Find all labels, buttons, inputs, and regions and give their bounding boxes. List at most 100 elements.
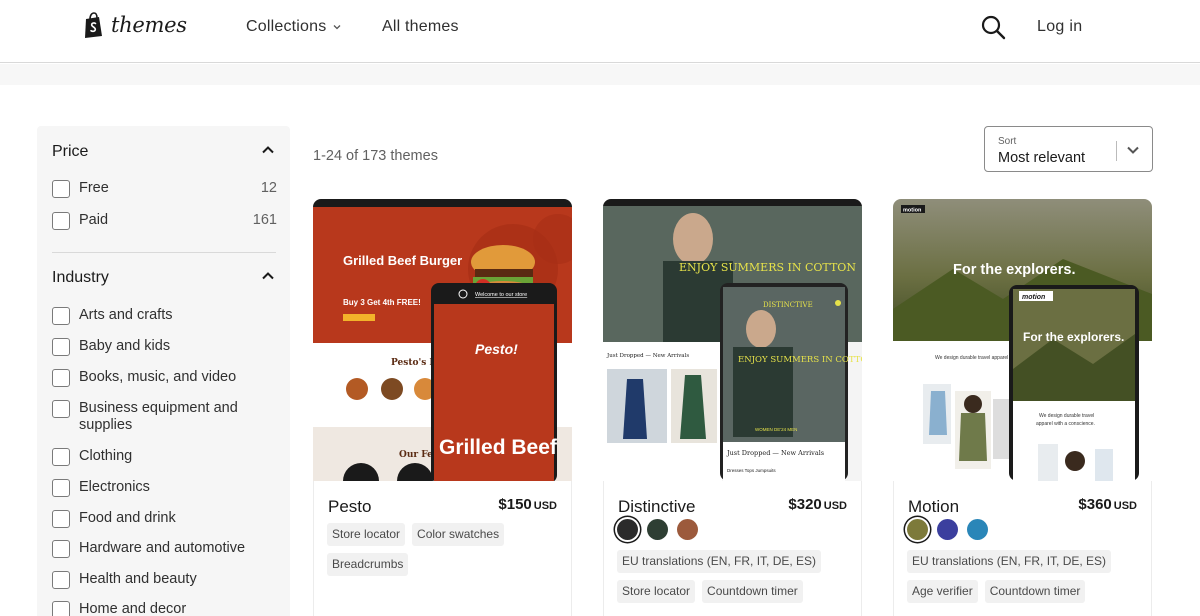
sort-value: Most relevant (998, 150, 1086, 166)
price-currency: USD (1113, 500, 1137, 512)
color-swatch[interactable] (937, 519, 958, 540)
filter-label: Electronics (79, 479, 150, 495)
theme-card-body: Distinctive $320 USD EU translations (EN,… (603, 481, 862, 616)
distinctive-mobile-tabs: Dresses Tops Jumpsuits (727, 468, 776, 473)
filter-count: 12 (260, 180, 277, 196)
color-swatch[interactable] (647, 519, 668, 540)
checkbox[interactable] (52, 212, 70, 230)
motion-mobile-sub: We design durable travel (1039, 413, 1094, 419)
checkbox[interactable] (52, 571, 70, 589)
color-swatch[interactable] (617, 519, 638, 540)
checkbox[interactable] (52, 448, 70, 466)
chevron-up-icon[interactable] (261, 145, 275, 155)
filter-label: Health and beauty (79, 571, 197, 587)
filter-label: Free (79, 180, 109, 196)
checkbox[interactable] (52, 369, 70, 387)
chevron-down-icon (1127, 146, 1139, 154)
color-swatches (907, 519, 988, 540)
filter-label: Food and drink (79, 510, 176, 526)
filter-industry-clothing[interactable]: Clothing (52, 448, 277, 466)
pesto-section-title-2: Our Fe (399, 450, 433, 460)
pesto-mobile-brand: Pesto! (475, 341, 518, 357)
filter-industry-health[interactable]: Health and beauty (52, 571, 277, 589)
login-link[interactable]: Log in (1037, 18, 1082, 36)
feature-tags: EU translations (EN, FR, IT, DE, ES) Age… (907, 550, 1142, 603)
feature-tag: Breadcrumbs (327, 553, 409, 576)
filter-industry-arts[interactable]: Arts and crafts (52, 307, 277, 325)
pesto-preview-image: Grilled Beef Burger Buy 3 Get 4th FREE! … (313, 199, 572, 481)
filter-industry-business[interactable]: Business equipment and supplies (52, 400, 277, 434)
results-count: 1-24 of 173 themes (313, 148, 438, 164)
theme-card-distinctive[interactable]: ENJOY SUMMERS IN COTTON Just Dropped — N… (603, 199, 862, 616)
checkbox[interactable] (52, 338, 70, 356)
nav-collections-label: Collections (246, 18, 327, 35)
top-header: themes Collections All themes Log in (0, 0, 1200, 63)
pesto-mobile-headline: Grilled Beef (439, 436, 558, 459)
price-amount: $360 (1078, 496, 1112, 513)
theme-name[interactable]: Motion (908, 497, 959, 517)
theme-card-motion[interactable]: motion For the explorers. We design dura… (893, 199, 1152, 616)
shopify-themes-logo[interactable]: themes (83, 12, 187, 38)
filter-label: Home and decor (79, 601, 187, 616)
nav-all-themes-label: All themes (382, 18, 459, 35)
filter-industry-home[interactable]: Home and decor (52, 601, 277, 616)
filter-industry-electronics[interactable]: Electronics (52, 479, 277, 497)
price-currency: USD (823, 500, 847, 512)
checkbox[interactable] (52, 510, 70, 528)
distinctive-section-title: Just Dropped — New Arrivals (606, 353, 689, 359)
theme-name[interactable]: Pesto (328, 497, 371, 517)
theme-card-body: Motion $360 USD EU translations (EN, FR, … (893, 481, 1152, 616)
filter-industry-food[interactable]: Food and drink (52, 510, 277, 528)
price-filter-title[interactable]: Price (52, 143, 88, 161)
checkbox[interactable] (52, 180, 70, 198)
filter-label: Baby and kids (79, 338, 171, 354)
distinctive-mobile-section: Just Dropped — New Arrivals (726, 449, 824, 457)
color-swatch[interactable] (677, 519, 698, 540)
distinctive-desktop-headline: ENJOY SUMMERS IN COTTON (679, 261, 856, 274)
sort-select[interactable]: Sort Most relevant (984, 126, 1153, 172)
motion-preview-image: motion For the explorers. We design dura… (893, 199, 1152, 481)
chevron-up-icon[interactable] (261, 271, 275, 281)
filter-industry-hardware[interactable]: Hardware and automotive (52, 540, 277, 558)
pesto-mobile-banner: Welcome to our store (475, 292, 527, 298)
checkbox[interactable] (52, 540, 70, 558)
checkbox[interactable] (52, 307, 70, 325)
theme-name[interactable]: Distinctive (618, 497, 695, 517)
search-icon[interactable] (980, 14, 1006, 40)
distinctive-mobile-brand: DISTINCTIVE (763, 301, 813, 309)
feature-tag: EU translations (EN, FR, IT, DE, ES) (617, 550, 822, 573)
nav-collections[interactable]: Collections (246, 18, 342, 36)
color-swatches (617, 519, 698, 540)
feature-tags: Store locator Color swatches Breadcrumbs (327, 523, 562, 576)
distinctive-mobile-menu: WOMEN DE'24 MEN (755, 427, 797, 432)
chevron-down-icon (334, 25, 341, 30)
industry-filter-title[interactable]: Industry (52, 269, 109, 287)
checkbox[interactable] (52, 400, 70, 418)
theme-preview-distinctive[interactable]: ENJOY SUMMERS IN COTTON Just Dropped — N… (603, 199, 862, 481)
filters-sidebar: Price Free 12 Paid 161 Industry Arts and… (37, 126, 290, 616)
pesto-desktop-offer: Buy 3 Get 4th FREE! (343, 298, 421, 307)
logo-text: themes (111, 13, 187, 37)
theme-preview-pesto[interactable]: Grilled Beef Burger Buy 3 Get 4th FREE! … (313, 199, 572, 481)
theme-price: $360 USD (1078, 496, 1137, 513)
nav-all-themes[interactable]: All themes (382, 18, 459, 36)
theme-preview-motion[interactable]: motion For the explorers. We design dura… (893, 199, 1152, 481)
feature-tag: Store locator (327, 523, 406, 546)
theme-card-body: Pesto $150 USD Store locator Color swatch… (313, 481, 572, 616)
feature-tag: Countdown timer (702, 580, 803, 603)
filter-industry-baby[interactable]: Baby and kids (52, 338, 277, 356)
filter-count: 161 (252, 212, 277, 228)
theme-card-pesto[interactable]: Grilled Beef Burger Buy 3 Get 4th FREE! … (313, 199, 572, 616)
shopify-bag-icon (85, 12, 102, 38)
sort-separator (1116, 141, 1117, 161)
filter-price-free[interactable]: Free 12 (52, 180, 277, 198)
checkbox[interactable] (52, 479, 70, 497)
color-swatch[interactable] (907, 519, 928, 540)
feature-tag: Countdown timer (984, 580, 1086, 603)
checkbox[interactable] (52, 601, 70, 616)
color-swatch[interactable] (967, 519, 988, 540)
filter-price-paid[interactable]: Paid 161 (52, 212, 277, 230)
price-currency: USD (533, 500, 557, 512)
feature-tag: Age verifier (907, 580, 978, 603)
filter-industry-books[interactable]: Books, music, and video (52, 369, 277, 387)
